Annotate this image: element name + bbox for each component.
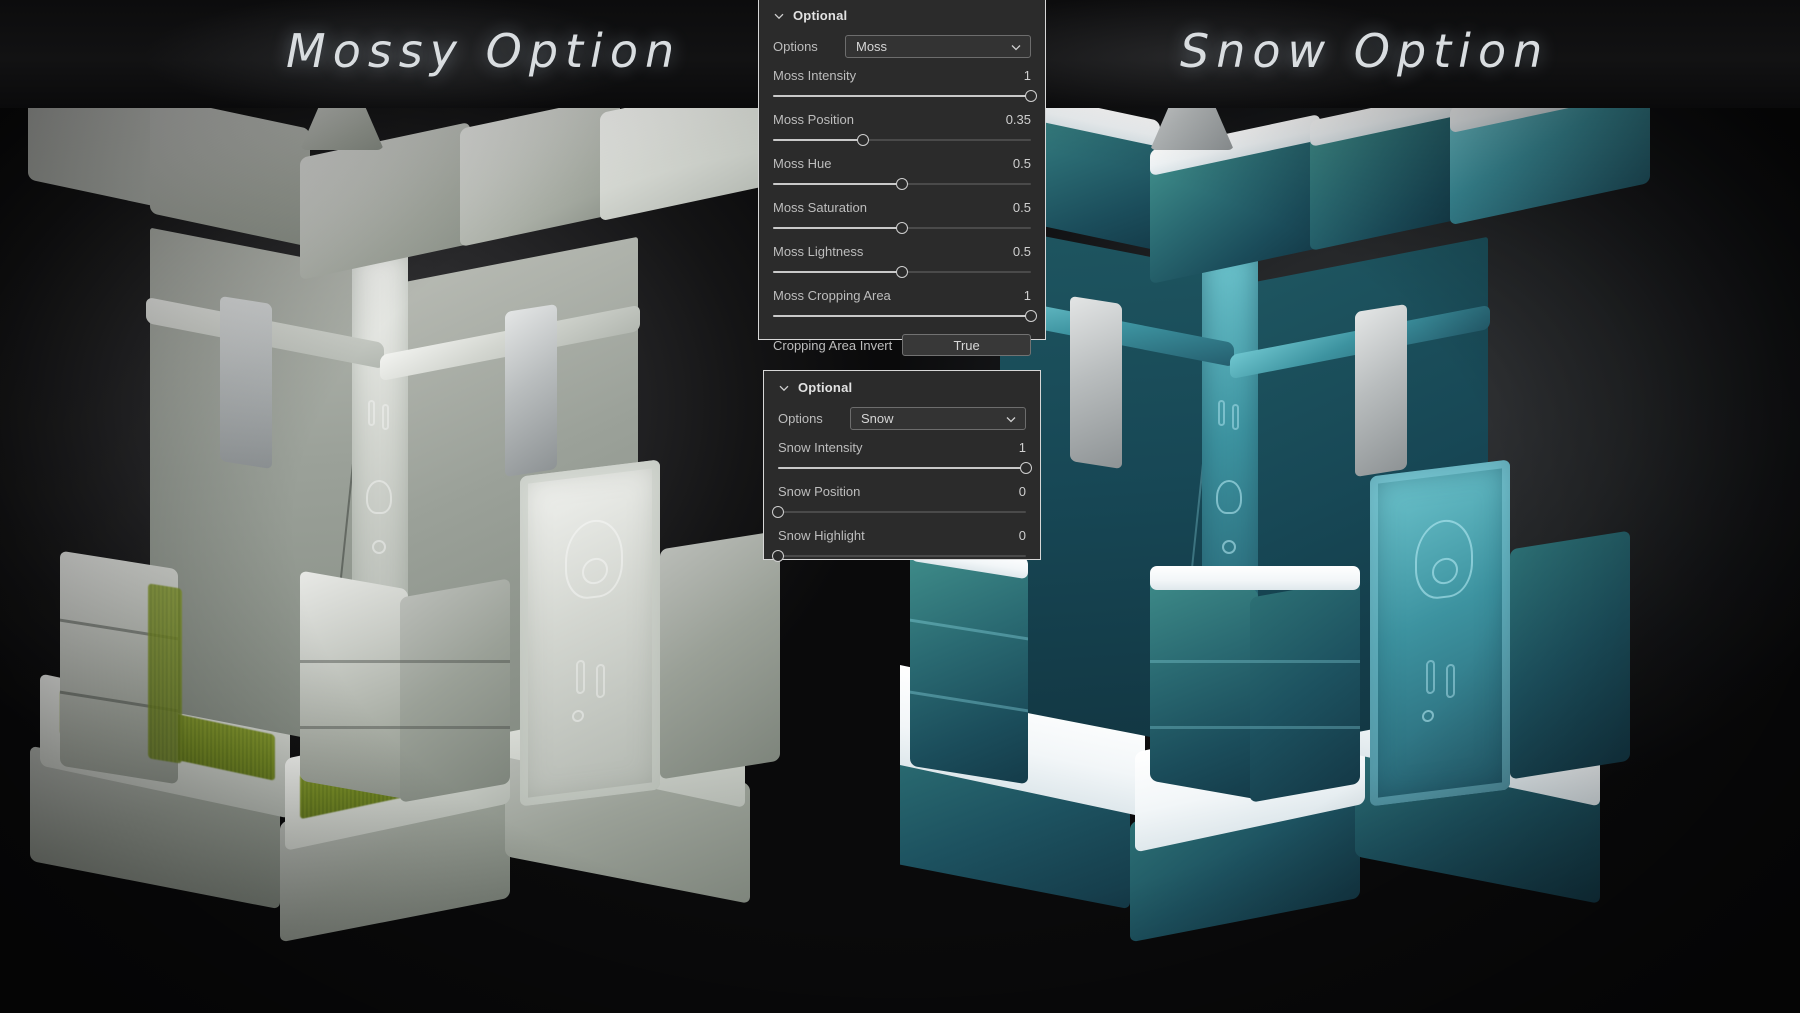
title-snow-option: Snow Option [1180,24,1550,78]
chevron-down-icon [1005,413,1017,425]
slider-track[interactable] [773,134,1031,146]
slider-value: 0 [1018,484,1026,499]
slider-moss-cropping-area: Moss Cropping Area 1 [773,288,1037,322]
slider-knob[interactable] [896,266,908,278]
slider-label: Moss Position [773,112,854,127]
cropping-area-invert-label: Cropping Area Invert [773,337,893,353]
cropping-area-invert-row: Cropping Area Invert True [773,334,1031,356]
slider-snow-intensity: Snow Intensity 1 [778,440,1032,474]
slider-track-fill [773,315,1031,317]
slider-track-fill [773,227,902,229]
slider-track[interactable] [773,266,1031,278]
slider-moss-saturation: Moss Saturation 0.5 [773,200,1031,234]
slider-knob[interactable] [857,134,870,146]
slider-knob[interactable] [1025,90,1037,102]
slider-track-fill [773,139,864,141]
slider-value: 1 [1018,440,1026,455]
snow-options-row: Options Snow [778,407,1026,430]
slider-label: Moss Lightness [773,244,864,259]
slider-track-fill [778,467,1026,469]
snow-options-label: Options [778,411,823,426]
slider-value: 0.5 [1012,200,1031,215]
snow-options-value: Snow [861,411,894,426]
slider-label: Moss Hue [773,156,832,171]
snow-optional-panel: Optional Options Snow Snow Intensity 1 S… [763,370,1041,562]
slider-track-base [778,555,1026,557]
slider-track[interactable] [773,310,1037,322]
slider-label: Moss Intensity [773,68,857,83]
cropping-area-invert-button[interactable]: True [902,334,1031,356]
title-mossy-option: Mossy Option [286,24,682,78]
slider-knob[interactable] [772,506,784,518]
slider-track[interactable] [772,550,1026,562]
moss-panel-header[interactable]: Optional [759,0,1045,27]
slider-knob[interactable] [1025,310,1037,322]
slider-moss-lightness: Moss Lightness 0.5 [773,244,1031,278]
slider-value: 1 [1023,288,1031,303]
chevron-down-icon[interactable] [773,10,785,22]
slider-track[interactable] [778,462,1032,474]
snow-panel-header[interactable]: Optional [764,371,1040,399]
slider-label: Snow Highlight [778,528,865,543]
slider-value: 0.35 [1005,112,1031,127]
snow-options-dropdown[interactable]: Snow [850,407,1026,430]
slider-knob[interactable] [1020,462,1032,474]
slider-label: Moss Cropping Area [773,288,891,303]
slider-knob[interactable] [896,222,908,234]
moss-options-label: Options [773,39,818,54]
slider-snow-highlight: Snow Highlight 0 [772,528,1026,562]
snow-panel-title: Optional [798,380,853,395]
slider-value: 0.5 [1012,156,1031,171]
slider-label: Snow Position [778,484,861,499]
chevron-down-icon[interactable] [778,382,790,394]
slider-track-fill [773,271,902,273]
chevron-down-icon [1010,41,1022,53]
slider-moss-hue: Moss Hue 0.5 [773,156,1031,190]
moss-options-dropdown[interactable]: Moss [845,35,1031,58]
slider-moss-position: Moss Position 0.35 [773,112,1031,146]
slider-track[interactable] [773,222,1031,234]
slider-track-base [778,511,1026,513]
moss-options-value: Moss [856,39,888,54]
slider-value: 0 [1018,528,1026,543]
slider-label: Moss Saturation [773,200,867,215]
slider-snow-position: Snow Position 0 [772,484,1026,518]
slider-moss-intensity: Moss Intensity 1 [773,68,1037,102]
moss-optional-panel: Optional Options Moss Moss Intensity 1 M… [758,0,1046,356]
slider-knob[interactable] [896,178,908,190]
slider-label: Snow Intensity [778,440,863,455]
screenshot-root: Mossy Option Snow Option Optional Option… [0,0,1800,1013]
slider-value: 1 [1023,68,1031,83]
slider-track-fill [773,183,902,185]
slider-knob[interactable] [772,550,784,562]
slider-track[interactable] [772,506,1026,518]
slider-value: 0.5 [1012,244,1031,259]
moss-options-row: Options Moss [773,35,1031,58]
slider-track[interactable] [773,178,1031,190]
slider-track[interactable] [773,90,1037,102]
moss-panel-title: Optional [793,8,848,23]
slider-track-fill [773,95,1031,97]
